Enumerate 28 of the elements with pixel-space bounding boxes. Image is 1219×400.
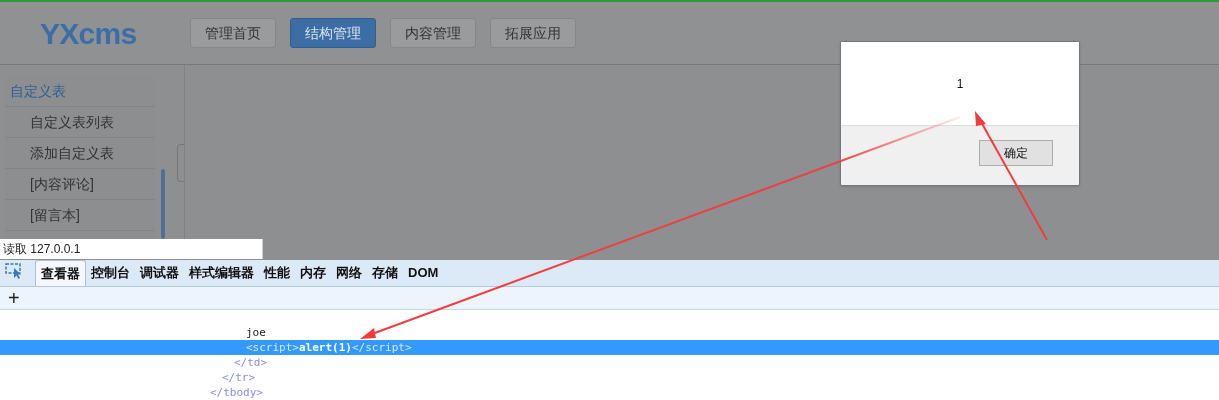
- sidebar-item[interactable]: 添加自定义表: [5, 138, 155, 169]
- add-node-button[interactable]: +: [8, 288, 20, 308]
- devtools-tab[interactable]: 调试器: [135, 260, 184, 286]
- status-bar: 读取 127.0.0.1: [0, 239, 263, 259]
- nav-tab[interactable]: 内容管理: [390, 18, 476, 48]
- devtools-tab[interactable]: 查看器: [35, 260, 86, 286]
- ok-button[interactable]: 确定: [979, 140, 1053, 166]
- sidebar-item[interactable]: [内容评论]: [5, 169, 155, 200]
- nav-tab[interactable]: 管理首页: [190, 18, 276, 48]
- sidebar-item[interactable]: [留言本]: [5, 200, 155, 231]
- nav-tab[interactable]: 结构管理: [290, 18, 376, 48]
- code-line[interactable]: </tr>: [0, 370, 1219, 385]
- logo: YXcms: [40, 15, 138, 52]
- alert-message: 1: [956, 75, 964, 93]
- code-line[interactable]: </tbody>: [0, 385, 1219, 400]
- code-line[interactable]: joe: [0, 325, 1219, 340]
- sidebar-item[interactable]: 自定义表列表: [5, 107, 155, 138]
- scrollbar[interactable]: [161, 169, 165, 239]
- collapse-handle[interactable]: [177, 144, 185, 182]
- devtools-tab[interactable]: 网络: [331, 260, 367, 286]
- devtools-tab[interactable]: 控制台: [86, 260, 135, 286]
- devtools-tab[interactable]: 性能: [259, 260, 295, 286]
- devtools-tab[interactable]: DOM: [403, 260, 444, 286]
- devtools-tab[interactable]: 样式编辑器: [184, 260, 259, 286]
- nav-tab[interactable]: 拓展应用: [490, 18, 576, 48]
- code-line[interactable]: </td>: [0, 355, 1219, 370]
- devtools-tab[interactable]: 存储: [367, 260, 403, 286]
- devtools-tab[interactable]: 内存: [295, 260, 331, 286]
